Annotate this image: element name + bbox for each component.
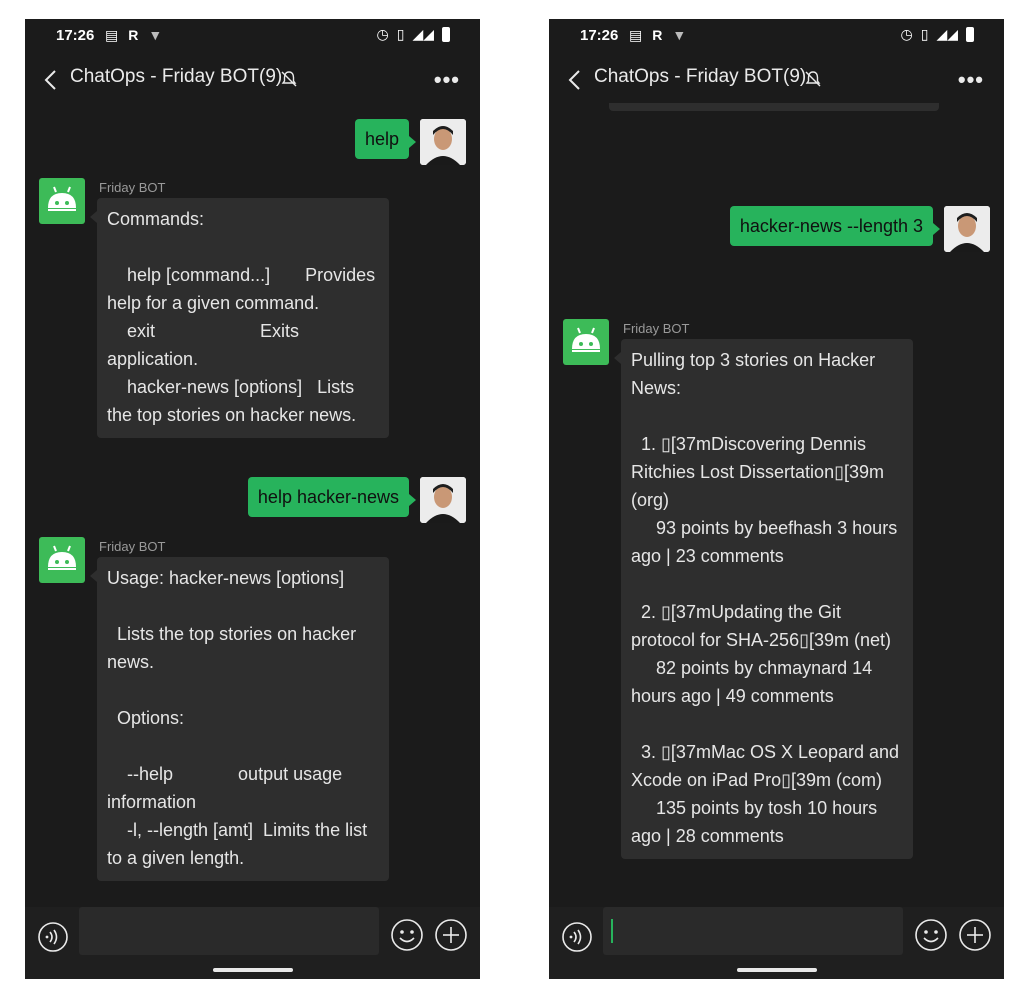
alarm-icon: ◷ [376, 26, 389, 42]
bubble-tail [409, 136, 416, 148]
muted-bell-icon [805, 71, 821, 87]
more-options-button[interactable]: ••• [434, 67, 460, 93]
status-time: 17:26 [580, 27, 619, 44]
status-time: 17:26 [56, 27, 95, 44]
text-cursor [611, 919, 613, 943]
vibrate-icon: ▯ [920, 26, 929, 42]
back-arrow-icon[interactable] [563, 67, 589, 93]
message-notification-icon: ▤ [105, 27, 119, 43]
sender-name: Friday BOT [99, 180, 166, 195]
bot-avatar[interactable] [563, 319, 609, 365]
input-bar [25, 907, 480, 979]
notification-icons: ▤ R ▼ [105, 27, 162, 44]
bubble-tail [90, 570, 97, 582]
plus-icon[interactable] [958, 918, 992, 952]
user-message-bubble-wrapper: help [354, 119, 409, 159]
sender-name: Friday BOT [623, 321, 690, 336]
vibrate-icon: ▯ [396, 26, 405, 42]
wifi-question-icon: ▼ [672, 27, 687, 43]
signal-icon: ◢◢ [936, 26, 958, 42]
battery-icon [966, 27, 974, 42]
chat-title: ChatOps - Friday BOT(9) [70, 66, 283, 87]
home-indicator[interactable] [736, 968, 817, 972]
user-message-bubble[interactable]: help hacker-news [247, 477, 409, 517]
bot-message: Usage: hacker-news [options] Lists the t… [97, 557, 389, 881]
system-status-icons: ◷ ▯ ◢◢ [377, 26, 450, 43]
previous-message-edge [609, 103, 939, 111]
message-list[interactable]: help Friday BOT Commands: help [command.… [25, 103, 480, 907]
android-robot-icon [48, 545, 76, 570]
sender-name: Friday BOT [99, 539, 166, 554]
chat-header: ChatOps - Friday BOT(9) ••• [25, 55, 480, 103]
user-avatar[interactable] [420, 477, 466, 523]
user-message-bubble[interactable]: hacker-news --length 3 [729, 206, 933, 246]
emoji-icon[interactable] [390, 918, 424, 952]
app-notification-icon: R [652, 27, 663, 43]
bot-message: Commands: help [command...] Provides hel… [97, 198, 389, 438]
bubble-tail [409, 494, 416, 506]
message-notification-icon: ▤ [629, 27, 643, 43]
bot-message-bubble[interactable]: Usage: hacker-news [options] Lists the t… [97, 557, 389, 881]
input-bar [549, 907, 1004, 979]
signal-icon: ◢◢ [412, 26, 434, 42]
back-arrow-icon[interactable] [39, 67, 65, 93]
phone-screen-right: 17:26 ▤ R ▼ ◷ ▯ ◢◢ ChatOps - Friday BOT(… [549, 19, 1004, 979]
bot-avatar[interactable] [39, 537, 85, 583]
status-bar: 17:26 ▤ R ▼ ◷ ▯ ◢◢ [25, 19, 480, 55]
phone-screen-left: 17:26 ▤ R ▼ ◷ ▯ ◢◢ ChatOps - Friday BOT(… [25, 19, 480, 979]
home-indicator[interactable] [212, 968, 293, 972]
user-message: hacker-news --length 3 [729, 206, 933, 246]
notification-icons: ▤ R ▼ [629, 27, 686, 44]
user-message: help hacker-news [247, 477, 409, 517]
bot-avatar[interactable] [39, 178, 85, 224]
message-list[interactable]: hacker-news --length 3 Friday BOT Pullin… [549, 103, 1004, 907]
plus-icon[interactable] [434, 918, 468, 952]
message-input[interactable] [603, 907, 903, 955]
voice-input-icon[interactable] [561, 921, 593, 953]
bot-message-bubble[interactable]: Pulling top 3 stories on Hacker News: 1.… [621, 339, 913, 859]
bubble-tail [614, 352, 621, 364]
bubble-tail [90, 211, 97, 223]
android-robot-icon [572, 327, 600, 352]
app-notification-icon: R [128, 27, 139, 43]
chat-header: ChatOps - Friday BOT(9) ••• [549, 55, 1004, 103]
more-options-button[interactable]: ••• [958, 67, 984, 93]
system-status-icons: ◷ ▯ ◢◢ [901, 26, 974, 43]
muted-bell-icon [281, 71, 297, 87]
status-bar: 17:26 ▤ R ▼ ◷ ▯ ◢◢ [549, 19, 1004, 55]
alarm-icon: ◷ [900, 26, 913, 42]
message-input[interactable] [79, 907, 379, 955]
user-avatar[interactable] [420, 119, 466, 165]
emoji-icon[interactable] [914, 918, 948, 952]
bot-message-bubble[interactable]: Commands: help [command...] Provides hel… [97, 198, 389, 438]
bot-message: Pulling top 3 stories on Hacker News: 1.… [621, 339, 913, 859]
user-message [420, 119, 466, 165]
user-avatar[interactable] [944, 206, 990, 252]
user-message-bubble[interactable]: help [354, 119, 409, 159]
chat-title: ChatOps - Friday BOT(9) [594, 66, 807, 87]
voice-input-icon[interactable] [37, 921, 69, 953]
battery-icon [442, 27, 450, 42]
android-robot-icon [48, 186, 76, 211]
bubble-tail [933, 223, 940, 235]
wifi-question-icon: ▼ [148, 27, 163, 43]
